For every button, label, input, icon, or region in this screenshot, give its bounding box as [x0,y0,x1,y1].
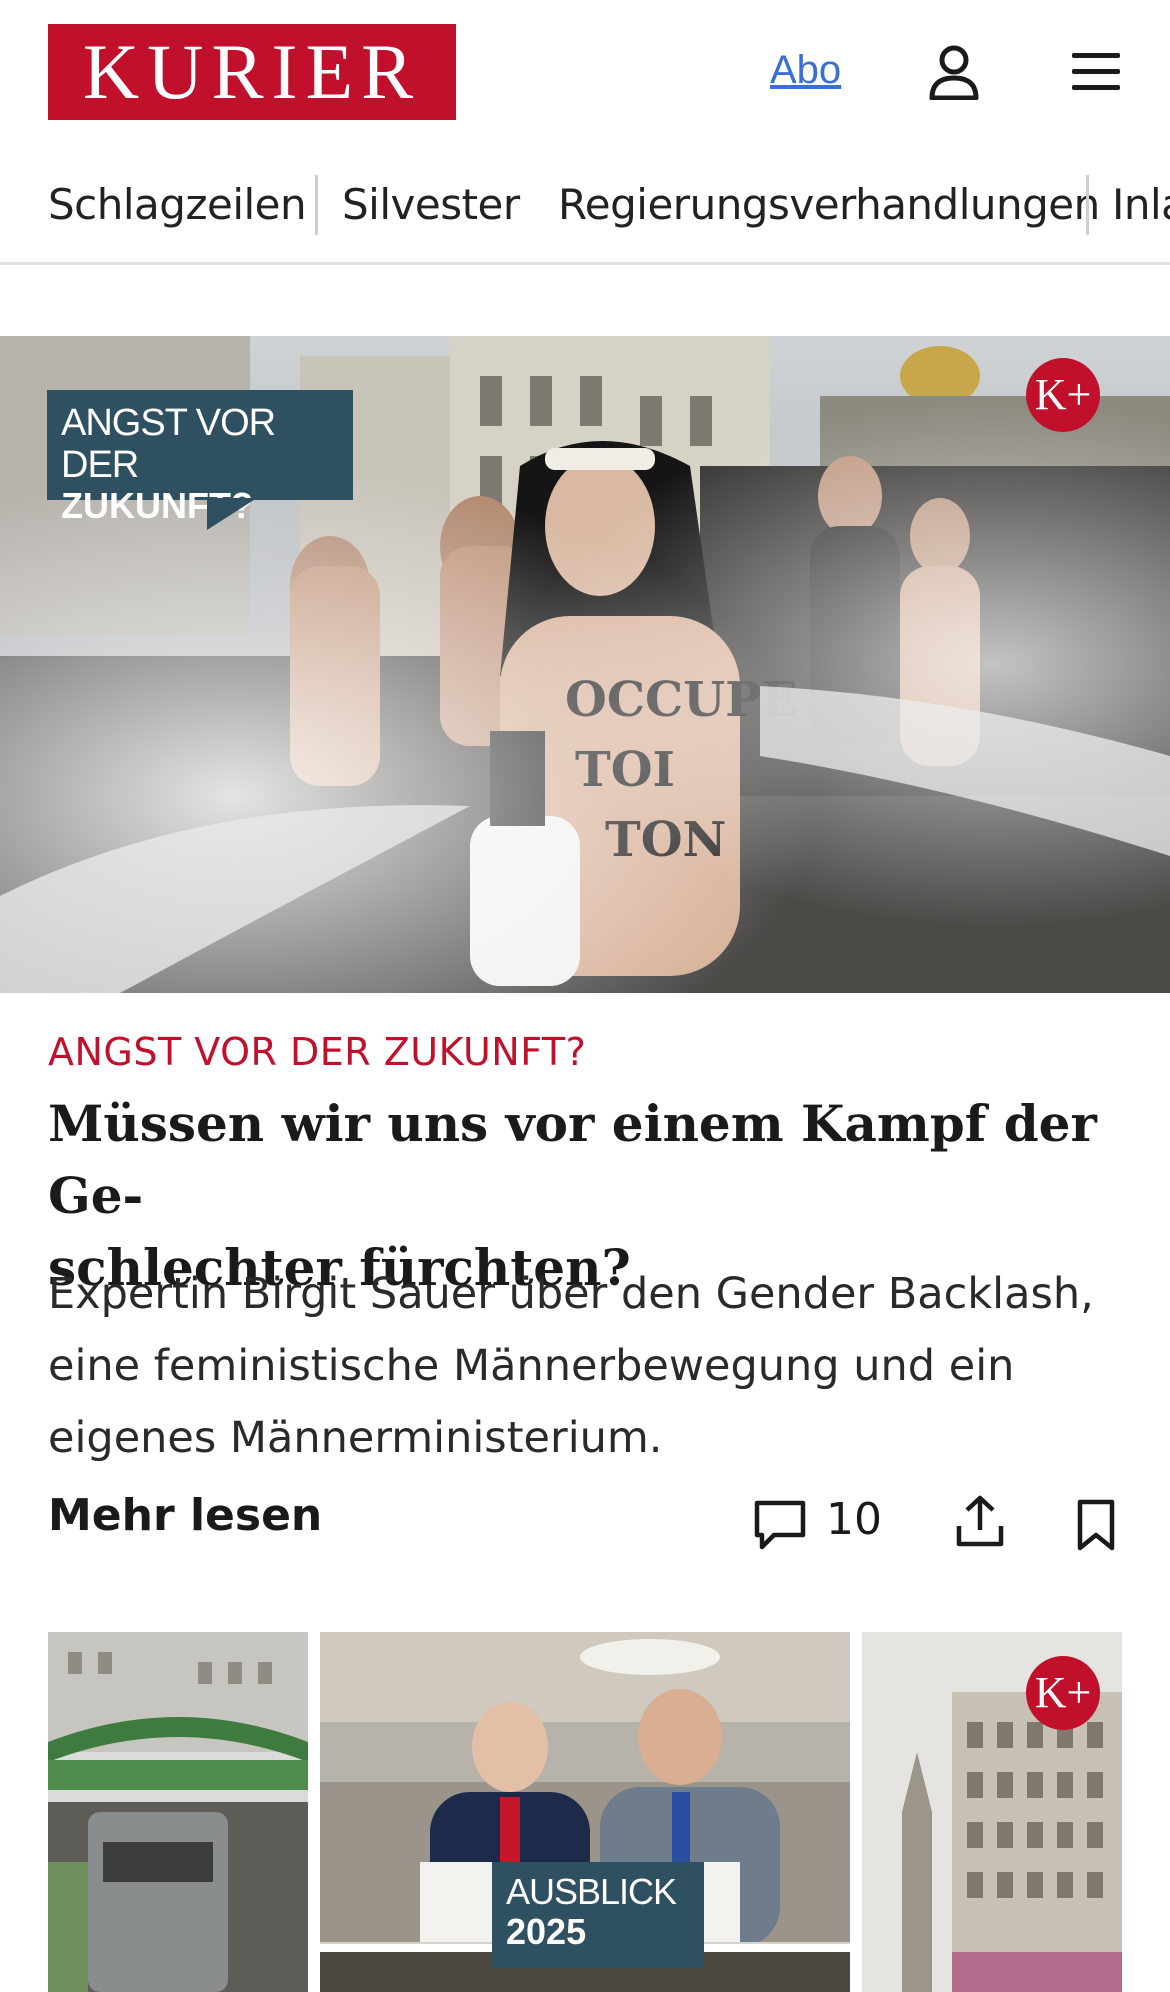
nav-item-inland[interactable]: Inla [1112,180,1170,229]
menu-icon[interactable] [1070,50,1122,94]
ausblick-badge: AUSBLICK 2025 [492,1862,704,1968]
section-nav: Schlagzeilen Silvester Regierungsverhand… [0,165,1170,265]
read-more-link[interactable]: Mehr lesen [48,1490,322,1541]
comment-count[interactable]: 10 [826,1494,882,1545]
teaser-thumbnail-ausblick[interactable]: AUSBLICK 2025 [320,1632,850,1992]
bookmark-icon[interactable] [1076,1499,1116,1551]
nav-item-silvester[interactable]: Silvester [342,180,520,229]
teaser-line: eine feministische Männerbewegung und ei… [48,1341,1015,1391]
ausblick-line2: 2025 [506,1911,587,1952]
abo-link[interactable]: Abo [770,48,841,93]
nav-item-schlagzeilen[interactable]: Schlagzeilen [48,180,307,229]
user-icon[interactable] [928,44,980,100]
nav-separator [1086,175,1089,235]
bridge-photo [48,1632,308,1992]
teaser-line: eigenes Männerministerium. [48,1413,663,1463]
premium-badge-icon: K+ [1026,1656,1100,1730]
hero-image[interactable]: OCCUPE TOI TON ANGST VOR DER ZUKUNFT? K+ [0,336,1170,993]
nav-item-regierungsverhandlungen[interactable]: Regierungsverhandlungen [558,180,1100,229]
topic-badge-line1: ANGST VOR DER [61,402,276,486]
topic-badge-line2: ZUKUNFT? [61,485,253,526]
teaser-thumbnail-bridge[interactable] [48,1632,308,1992]
badge-tail [207,498,257,530]
share-icon[interactable] [955,1494,1005,1550]
article-teaser: Expertin Birgit Sauer über den Gender Ba… [48,1258,1128,1474]
premium-badge-icon: K+ [1026,358,1100,432]
headline-line: Müssen wir uns vor einem Kampf der Ge- [48,1094,1097,1225]
nav-separator [315,175,318,235]
comment-icon[interactable] [752,1497,808,1553]
teaser-line: Expertin Birgit Sauer über den Gender Ba… [48,1269,1094,1319]
topic-badge: ANGST VOR DER ZUKUNFT? [47,390,353,530]
article-kicker[interactable]: ANGST VOR DER ZUKUNFT? [48,1030,586,1074]
ausblick-line1: AUSBLICK [506,1871,677,1912]
site-header: KURIER Abo [0,0,1170,145]
teaser-thumbnail-vienna[interactable]: K+ [862,1632,1122,1992]
kurier-logo[interactable]: KURIER [48,24,456,120]
